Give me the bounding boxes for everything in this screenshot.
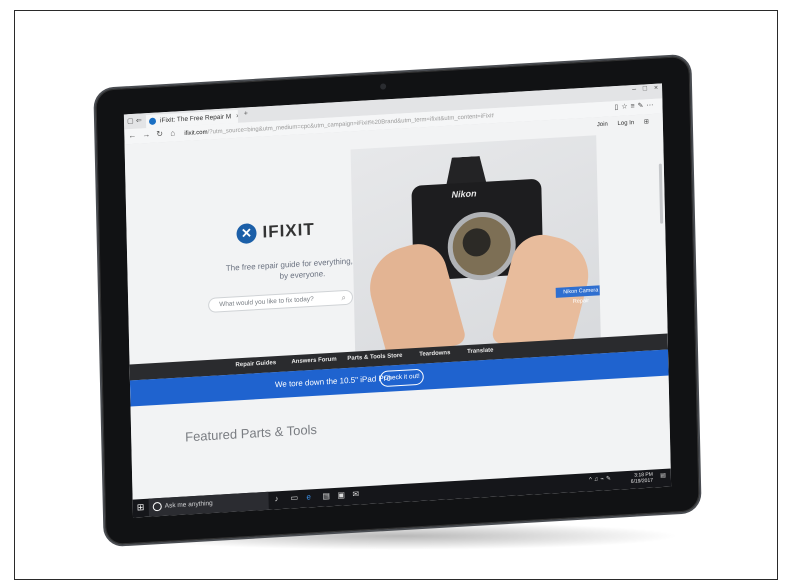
- browser-toolbar-icons[interactable]: ▯☆≡✎⋯: [614, 101, 656, 111]
- tablet-device: ▢ ⇐ iFixit: The Free Repair M × + – □ × …: [95, 55, 700, 546]
- nav-teardowns[interactable]: Teardowns: [419, 350, 450, 358]
- store-icon[interactable]: ▣: [337, 490, 345, 499]
- camera-brand: Nikon: [451, 188, 477, 200]
- ifixit-logo-text[interactable]: IFIXIT: [262, 220, 315, 243]
- url-domain: ifixit.com: [184, 129, 208, 137]
- cortana-icon: [152, 501, 162, 512]
- search-input[interactable]: What would you like to fix today? ⌕: [208, 289, 354, 313]
- tab-close-icon[interactable]: ×: [236, 113, 238, 120]
- system-tray-icons[interactable]: ^♫⌁✎: [589, 475, 613, 483]
- back-button[interactable]: ←: [128, 131, 136, 140]
- cart-icon[interactable]: ⊞: [644, 119, 649, 125]
- tab-title: iFixit: The Free Repair M: [159, 113, 232, 125]
- maximize-icon[interactable]: □: [643, 85, 647, 92]
- tab-preview-icon[interactable]: ▢: [127, 117, 134, 125]
- account-links: Join Log In ⊞: [589, 118, 649, 128]
- task-view-icon[interactable]: ▭: [290, 493, 298, 502]
- page-scrollbar[interactable]: [658, 163, 664, 224]
- taskbar-clock[interactable]: 3:18 PM 6/19/2017: [631, 472, 653, 485]
- minimize-icon[interactable]: –: [632, 86, 636, 93]
- banner-text: We tore down the 10.5" iPad Pro: [274, 373, 391, 390]
- mail-icon[interactable]: ✉: [352, 490, 359, 499]
- nav-repair-guides[interactable]: Repair Guides: [235, 360, 276, 368]
- join-link[interactable]: Join: [597, 122, 608, 129]
- hero-camera-link[interactable]: Nikon Camera Repair: [555, 284, 601, 305]
- close-window-icon[interactable]: ×: [654, 85, 658, 92]
- tab-back-icon[interactable]: ⇐: [136, 116, 142, 124]
- nav-parts-tools-store[interactable]: Parts & Tools Store: [347, 353, 402, 362]
- search-icon[interactable]: ⌕: [341, 291, 346, 304]
- new-tab-button[interactable]: +: [244, 110, 248, 117]
- hero-image: Nikon Nikon Camera Repair: [350, 135, 601, 360]
- nav-translate[interactable]: Translate: [467, 348, 493, 356]
- clock-date: 6/19/2017: [630, 477, 654, 485]
- notifications-icon[interactable]: ▤: [660, 472, 668, 479]
- cortana-placeholder: Ask me anything: [164, 499, 213, 510]
- file-explorer-icon[interactable]: ▤: [322, 491, 330, 500]
- search-placeholder: What would you like to fix today?: [219, 295, 314, 309]
- microphone-icon[interactable]: ♪: [274, 494, 278, 503]
- ifixit-homepage: Join Log In ⊞ ✕ IFIXIT The free repair g…: [124, 113, 671, 500]
- ifixit-favicon: [148, 117, 157, 126]
- start-icon[interactable]: ⊞: [137, 502, 146, 512]
- check-it-out-button[interactable]: Check it out!: [379, 368, 424, 388]
- lock-icon: ⌂: [170, 128, 176, 138]
- edge-icon[interactable]: e: [306, 492, 311, 501]
- forward-button[interactable]: →: [142, 130, 150, 139]
- login-link[interactable]: Log In: [617, 120, 634, 127]
- featured-heading: Featured Parts & Tools: [185, 421, 318, 445]
- screen: ▢ ⇐ iFixit: The Free Repair M × + – □ × …: [123, 83, 672, 518]
- nav-answers-forum[interactable]: Answers Forum: [291, 357, 336, 366]
- ifixit-logo-icon[interactable]: ✕: [236, 223, 257, 245]
- refresh-button[interactable]: ↻: [156, 129, 163, 138]
